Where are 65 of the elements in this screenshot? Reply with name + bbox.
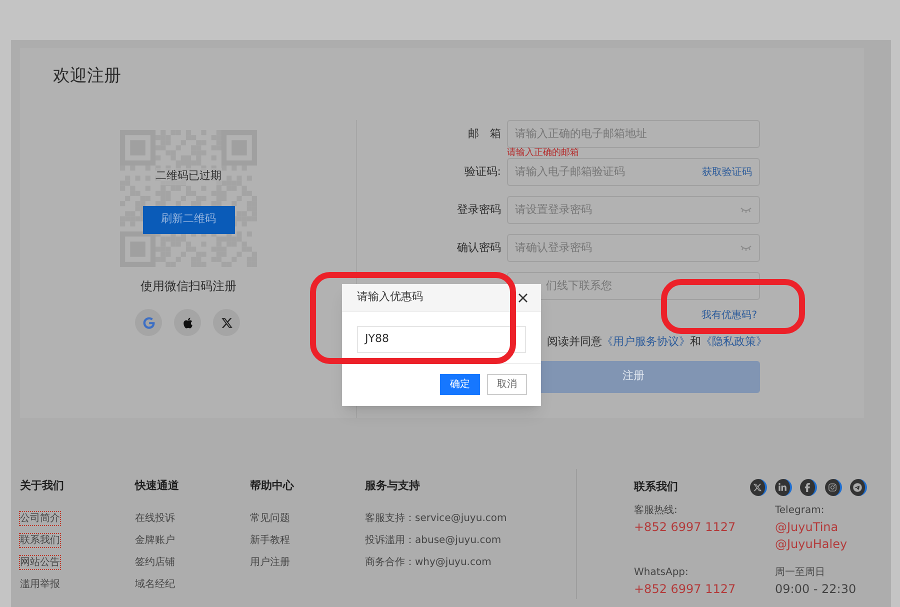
x-logo-icon bbox=[753, 483, 762, 492]
input-placeholder: 请设置登录密码 bbox=[515, 202, 592, 218]
footer-link[interactable]: 滥用举报 bbox=[20, 578, 60, 591]
footer-link[interactable]: 公司简介 bbox=[20, 512, 60, 525]
close-icon[interactable] bbox=[518, 292, 528, 302]
footer-heading: 帮助中心 bbox=[250, 479, 294, 493]
instagram-logo-icon bbox=[828, 483, 837, 492]
agreement-text: 阅读并同意 bbox=[547, 334, 602, 350]
linkedin-logo-icon bbox=[778, 483, 787, 492]
privacy-link[interactable]: 《隐私政策》 bbox=[701, 334, 767, 350]
footer-link[interactable]: 金牌账户 bbox=[135, 534, 175, 547]
refresh-qr-button[interactable]: 刷新二维码 bbox=[142, 206, 234, 234]
terms-link[interactable]: 《用户服务协议》 bbox=[602, 334, 690, 350]
footer-link[interactable]: 域名经纪 bbox=[135, 578, 175, 591]
get-code-link[interactable]: 获取验证码 bbox=[702, 164, 752, 180]
coupon-value: JY88 bbox=[365, 331, 389, 348]
telegram-logo-icon bbox=[853, 483, 862, 492]
coupon-link[interactable]: 我有优惠码? bbox=[702, 308, 757, 323]
input-placeholder: 们线下联系您 bbox=[546, 278, 612, 294]
field-label: 验证码: bbox=[464, 164, 501, 180]
social-login-button[interactable] bbox=[213, 309, 240, 336]
qr-expired-text: 二维码已过期 bbox=[156, 168, 222, 184]
footer-link[interactable]: 在线投诉 bbox=[135, 512, 175, 525]
contact-value: +852 6997 1127 bbox=[634, 520, 736, 535]
input-placeholder: 请输入电子邮箱验证码 bbox=[515, 164, 625, 180]
confirm-button[interactable]: 确定 bbox=[440, 374, 480, 395]
social-login-button[interactable] bbox=[174, 309, 201, 336]
error-message: 请输入正确的邮箱 bbox=[507, 148, 579, 158]
footer-link[interactable]: 投诉滥用：abuse@juyu.com bbox=[365, 534, 502, 547]
dialog-title: 请输入优惠码 bbox=[357, 289, 423, 306]
field-label: 邮 箱 bbox=[468, 126, 501, 142]
input-placeholder: 请确认登录密码 bbox=[515, 240, 592, 256]
contact-value: @JuyuHaley bbox=[775, 537, 848, 552]
page-title: 欢迎注册 bbox=[53, 65, 121, 87]
footer-link[interactable]: 签约店铺 bbox=[135, 556, 175, 569]
x-logo-icon bbox=[220, 316, 232, 328]
footer-link[interactable]: 常见问题 bbox=[250, 512, 290, 525]
footer-link[interactable]: 网站公告 bbox=[20, 556, 60, 569]
footer-link[interactable]: 商务合作：why@juyu.com bbox=[365, 556, 492, 569]
footer-link[interactable]: 联系我们 bbox=[20, 534, 60, 547]
facebook-logo-icon bbox=[803, 483, 812, 492]
field-label: 登录密码 bbox=[457, 202, 501, 218]
contact-label: Telegram: bbox=[775, 504, 824, 518]
input-placeholder: 请输入正确的电子邮箱地址 bbox=[515, 126, 647, 142]
agreement-joiner: 和 bbox=[690, 334, 701, 350]
wechat-scan-caption: 使用微信扫码注册 bbox=[140, 278, 238, 295]
footer-heading: 服务与支持 bbox=[365, 479, 420, 493]
coupon-input[interactable]: JY88 bbox=[357, 326, 526, 353]
footer-link[interactable]: 新手教程 bbox=[250, 534, 290, 547]
input-field[interactable]: 请输入电子邮箱验证码 获取验证码 bbox=[507, 158, 760, 186]
contact-value: @JuyuTina bbox=[775, 520, 838, 535]
contact-value: +852 6997 1127 bbox=[634, 582, 736, 597]
contact-value: 09:00 - 22:30 bbox=[775, 582, 856, 597]
cancel-button[interactable]: 取消 bbox=[487, 374, 527, 395]
footer-link[interactable]: 用户注册 bbox=[250, 556, 290, 569]
contact-label: 客服热线: bbox=[634, 504, 678, 518]
field-label: 确认密码 bbox=[457, 240, 501, 256]
footer-heading: 关于我们 bbox=[20, 479, 64, 493]
footer-heading: 联系我们 bbox=[634, 479, 678, 496]
footer-heading: 快速通道 bbox=[135, 479, 179, 493]
contact-label: WhatsApp: bbox=[634, 566, 688, 580]
footer-link[interactable]: 客服支持：service@juyu.com bbox=[365, 512, 507, 525]
apple-logo-icon bbox=[182, 316, 194, 328]
contact-label: 周一至周日 bbox=[775, 566, 825, 580]
google-logo-icon bbox=[142, 316, 154, 328]
